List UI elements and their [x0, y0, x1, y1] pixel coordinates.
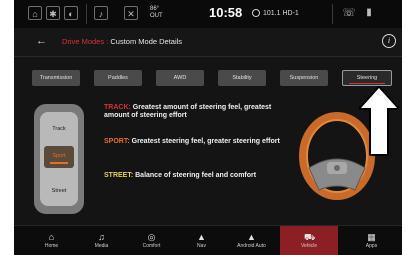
comfort-icon: ◎: [147, 232, 156, 242]
breadcrumb-drive-modes[interactable]: Drive Modes :: [62, 37, 108, 46]
status-divider: [332, 4, 333, 24]
outside-temp: 86° OUT: [150, 6, 163, 20]
sport-text: Greatest steering feel, greater steering…: [131, 138, 280, 145]
nav-media[interactable]: ♫ Media: [74, 226, 129, 255]
selector-option-sport-label: Sport: [52, 153, 66, 159]
thermometer-icon[interactable]: ◐: [64, 6, 78, 20]
tab-stability[interactable]: Stability: [218, 70, 266, 86]
radio-station-label: 101.1 HD-1: [263, 9, 299, 17]
nav-android-auto-label: Android Auto: [237, 243, 266, 249]
music-icon: ♫: [98, 232, 105, 242]
nav-home-label: Home: [44, 243, 59, 249]
selector-option-sport[interactable]: Sport: [44, 146, 74, 168]
outside-temp-label: OUT: [150, 13, 163, 19]
nav-media-label: Media: [94, 243, 109, 249]
status-divider: [86, 4, 87, 24]
sport-key: SPORT:: [104, 138, 130, 145]
selector-indicator: [50, 162, 68, 164]
phone-icon[interactable]: ☏: [342, 6, 356, 20]
tab-paddles[interactable]: Paddles: [94, 70, 142, 86]
selector-option-street[interactable]: Street: [40, 188, 78, 194]
nav-nav[interactable]: ▲ Nav: [174, 226, 229, 255]
street-key: STREET:: [104, 172, 134, 179]
seat-icon[interactable]: ⌂: [28, 6, 42, 20]
nav-home[interactable]: ⌂ Home: [24, 226, 79, 255]
tab-suspension[interactable]: Suspension: [280, 70, 328, 86]
nav-nav-label: Nav: [197, 243, 206, 249]
back-button[interactable]: ←: [36, 35, 47, 47]
apps-grid-icon: ▦: [367, 232, 376, 242]
nav-vehicle-label: Vehicle: [300, 243, 318, 249]
tab-awd[interactable]: AWD: [156, 70, 204, 86]
nav-arrow-icon: ▲: [197, 232, 206, 242]
track-key: TRACK:: [104, 104, 131, 111]
outside-temp-value: 86°: [150, 6, 160, 12]
signal-icon: ▮: [366, 7, 372, 18]
steering-mode-selector[interactable]: Track Sport Street: [34, 104, 84, 214]
tab-transmission[interactable]: Transmission: [32, 70, 80, 86]
nav-apps[interactable]: ▦ Apps: [344, 226, 399, 255]
nav-comfort-label: Comfort: [142, 243, 161, 249]
android-auto-icon: ▲: [247, 232, 256, 242]
fan-icon[interactable]: ✱: [46, 6, 60, 20]
nav-comfort[interactable]: ◎ Comfort: [124, 226, 179, 255]
nav-apps-label: Apps: [365, 243, 378, 249]
selector-track: Track Sport Street: [40, 112, 78, 206]
radio-station[interactable]: 101.1 HD-1: [252, 9, 299, 17]
car-icon: ⛟: [304, 232, 316, 242]
radio-icon: [252, 9, 260, 17]
street-text: Balance of steering feel and comfort: [135, 172, 257, 179]
bell-icon[interactable]: ♪: [94, 6, 108, 20]
callout-arrow-icon: [359, 86, 399, 156]
mute-icon[interactable]: ✕: [124, 6, 138, 20]
clock: 10:58: [209, 5, 243, 20]
bottom-nav: ⌂ Home ♫ Media ◎ Comfort ▲ Nav ▲ Android…: [14, 225, 402, 255]
home-icon: ⌂: [48, 232, 55, 242]
settings-tabs: Transmission Paddles AWD Stability Suspe…: [32, 70, 392, 86]
description-track: TRACK: Greatest amount of steering feel,…: [104, 104, 284, 120]
selector-option-track[interactable]: Track: [40, 126, 78, 132]
nav-vehicle[interactable]: ⛟ Vehicle: [280, 226, 338, 255]
description-sport: SPORT: Greatest steering feel, greater s…: [104, 138, 284, 146]
tab-steering[interactable]: Steering: [342, 70, 392, 86]
info-button[interactable]: i: [382, 34, 396, 48]
page-title: Custom Mode Details: [110, 37, 183, 46]
page-header: ← Drive Modes : Custom Mode Details i: [14, 28, 402, 57]
nav-android-auto[interactable]: ▲ Android Auto: [224, 226, 279, 255]
breadcrumb: Drive Modes : Custom Mode Details: [62, 37, 182, 46]
description-street: STREET: Balance of steering feel and com…: [104, 172, 284, 180]
status-bar: ⌂ ✱ ◐ ♪ ✕ 86° OUT 10:58 101.1 HD-1 ☏ ▮: [14, 0, 402, 28]
uconnect-screen: ⌂ ✱ ◐ ♪ ✕ 86° OUT 10:58 101.1 HD-1 ☏ ▮ ←…: [14, 0, 402, 255]
